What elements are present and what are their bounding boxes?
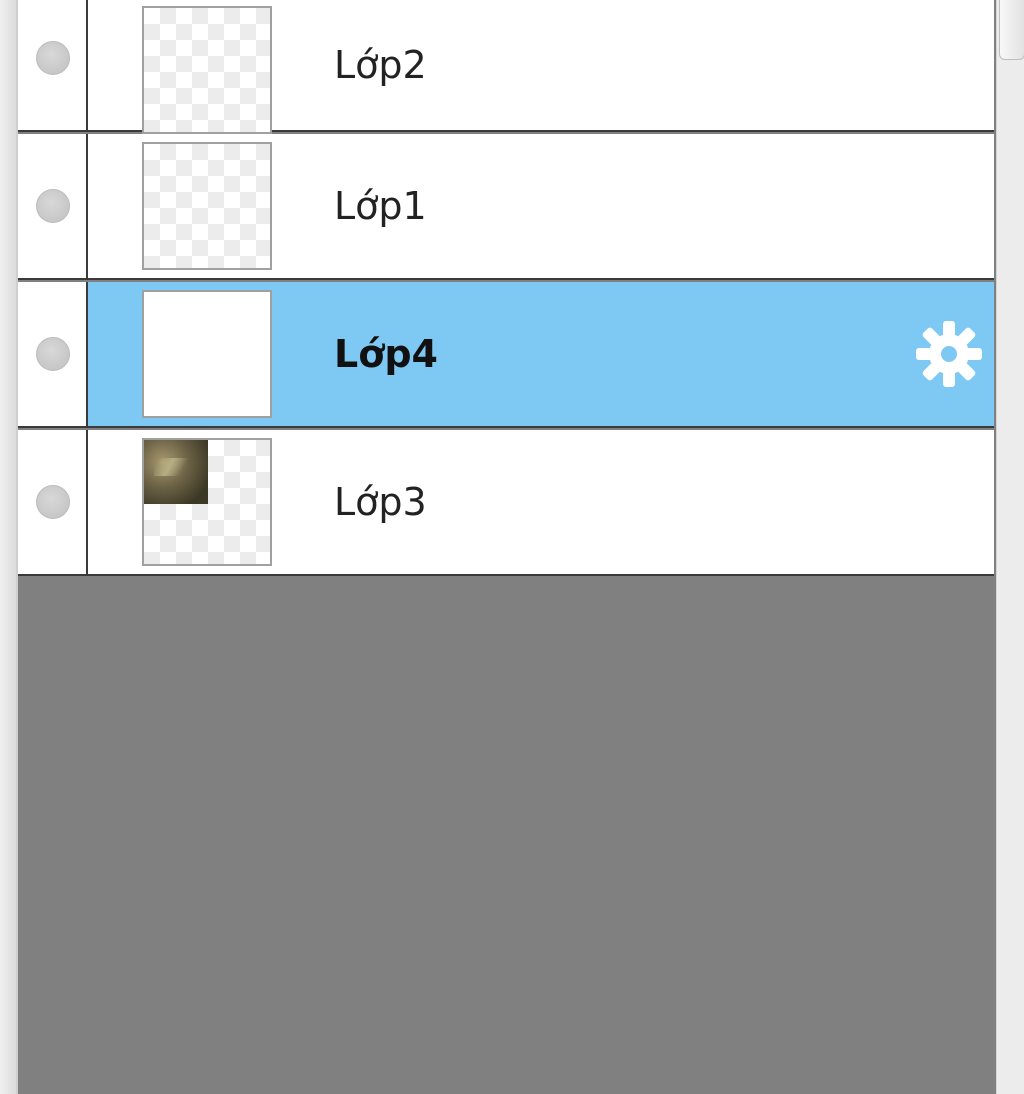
layer-name: Lớp2 [334,43,427,87]
layer-name: Lớp3 [334,480,427,524]
layer-name: Lớp4 [334,332,438,376]
layers-panel-window: Lớp2 Lớp1 Lớp4 Lớp3 [0,0,1024,1094]
layer-thumbnail [142,290,272,418]
layer-row-body[interactable]: Lớp3 [88,430,994,574]
layer-row-lop3[interactable]: Lớp3 [18,430,994,576]
layer-thumbnail [142,6,272,134]
panel-left-edge [0,0,18,1094]
layer-thumbnail [142,438,272,566]
visibility-cell[interactable] [18,282,88,426]
visibility-toggle[interactable] [36,337,70,371]
scrollbar-thumb[interactable] [999,0,1024,60]
gear-icon[interactable] [914,319,984,389]
layer-row-lop2[interactable]: Lớp2 [18,0,994,134]
layer-row-body[interactable]: Lớp2 [88,0,994,134]
layer-name: Lớp1 [334,184,427,228]
layer-row-lop1[interactable]: Lớp1 [18,134,994,280]
layer-thumbnail [142,142,272,270]
visibility-toggle[interactable] [36,189,70,223]
vertical-scrollbar[interactable] [996,0,1024,1094]
layer-thumbnail-image [144,440,208,504]
layer-row-lop4[interactable]: Lớp4 [18,282,994,428]
layer-row-body-selected[interactable]: Lớp4 [88,282,994,426]
visibility-toggle[interactable] [36,41,70,75]
layer-row-body[interactable]: Lớp1 [88,134,994,278]
visibility-cell[interactable] [18,134,88,278]
visibility-toggle[interactable] [36,485,70,519]
visibility-cell[interactable] [18,430,88,574]
visibility-cell[interactable] [18,0,88,130]
